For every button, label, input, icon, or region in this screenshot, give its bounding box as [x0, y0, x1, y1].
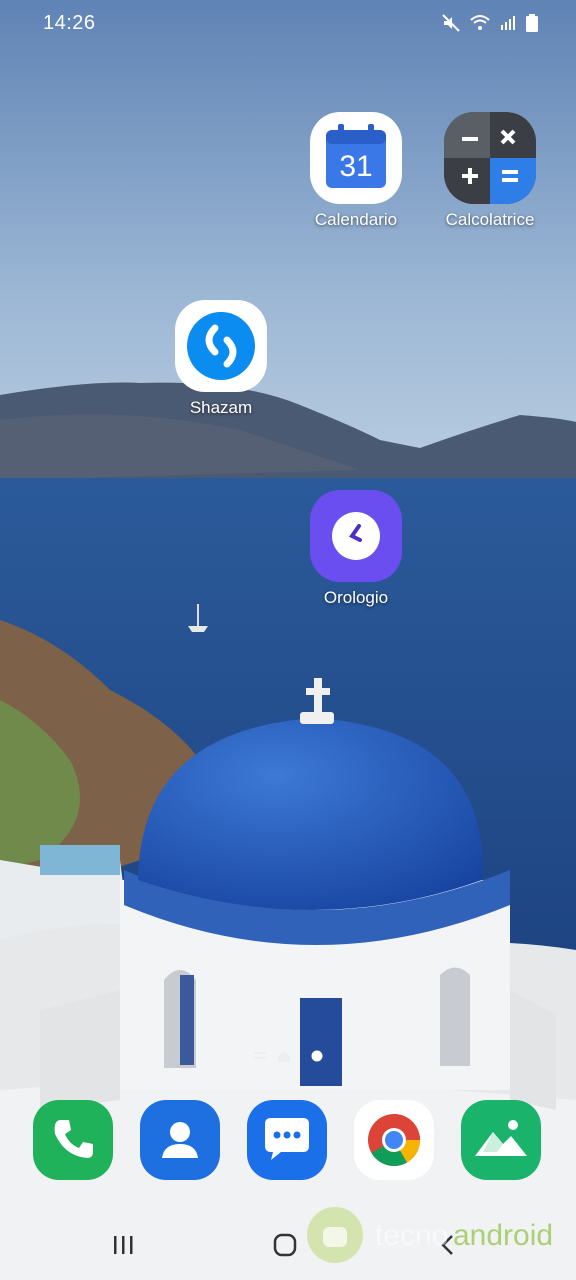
app-label-shazam: Shazam [189, 398, 253, 417]
calendar-icon: 31 [310, 112, 402, 204]
messages-icon [265, 1118, 309, 1160]
dock-chrome[interactable] [354, 1100, 434, 1180]
watermark-logo: tecno android [305, 1205, 576, 1275]
status-time: 14:26 [43, 12, 96, 34]
calculator-icon [444, 112, 536, 204]
app-calculator[interactable]: Calcolatrice [435, 112, 545, 230]
app-label-clock: Orologio [323, 588, 389, 607]
status-icons [442, 14, 538, 32]
battery-icon [526, 14, 538, 32]
chrome-icon [368, 1114, 420, 1166]
wifi-icon [470, 15, 490, 30]
shazam-icon [175, 300, 267, 392]
app-clock[interactable]: Orologio [301, 490, 411, 608]
app-label-calendar: Calendario [314, 210, 398, 229]
page-indicator[interactable] [250, 1048, 330, 1064]
signal-icon [501, 16, 515, 30]
clock-icon [310, 490, 402, 582]
mute-icon [442, 14, 460, 32]
recents-icon [114, 1236, 133, 1254]
app-shazam[interactable]: Shazam [166, 300, 276, 418]
recents-button[interactable] [94, 1228, 154, 1262]
status-bar: 14:26 [0, 0, 576, 48]
dock-messages[interactable] [247, 1100, 327, 1180]
svg-text:tecno: tecno [375, 1219, 448, 1252]
contacts-icon [162, 1122, 198, 1158]
svg-text:android: android [453, 1219, 553, 1252]
phone-icon [54, 1120, 93, 1158]
dock-gallery[interactable] [461, 1100, 541, 1180]
dock-contacts[interactable] [140, 1100, 220, 1180]
svg-text:31: 31 [339, 150, 372, 183]
app-label-calculator: Calcolatrice [445, 210, 535, 229]
dock [0, 1100, 576, 1186]
gallery-icon [475, 1120, 527, 1156]
app-calendar[interactable]: 31 Calendario [301, 112, 411, 230]
dock-phone[interactable] [33, 1100, 113, 1180]
